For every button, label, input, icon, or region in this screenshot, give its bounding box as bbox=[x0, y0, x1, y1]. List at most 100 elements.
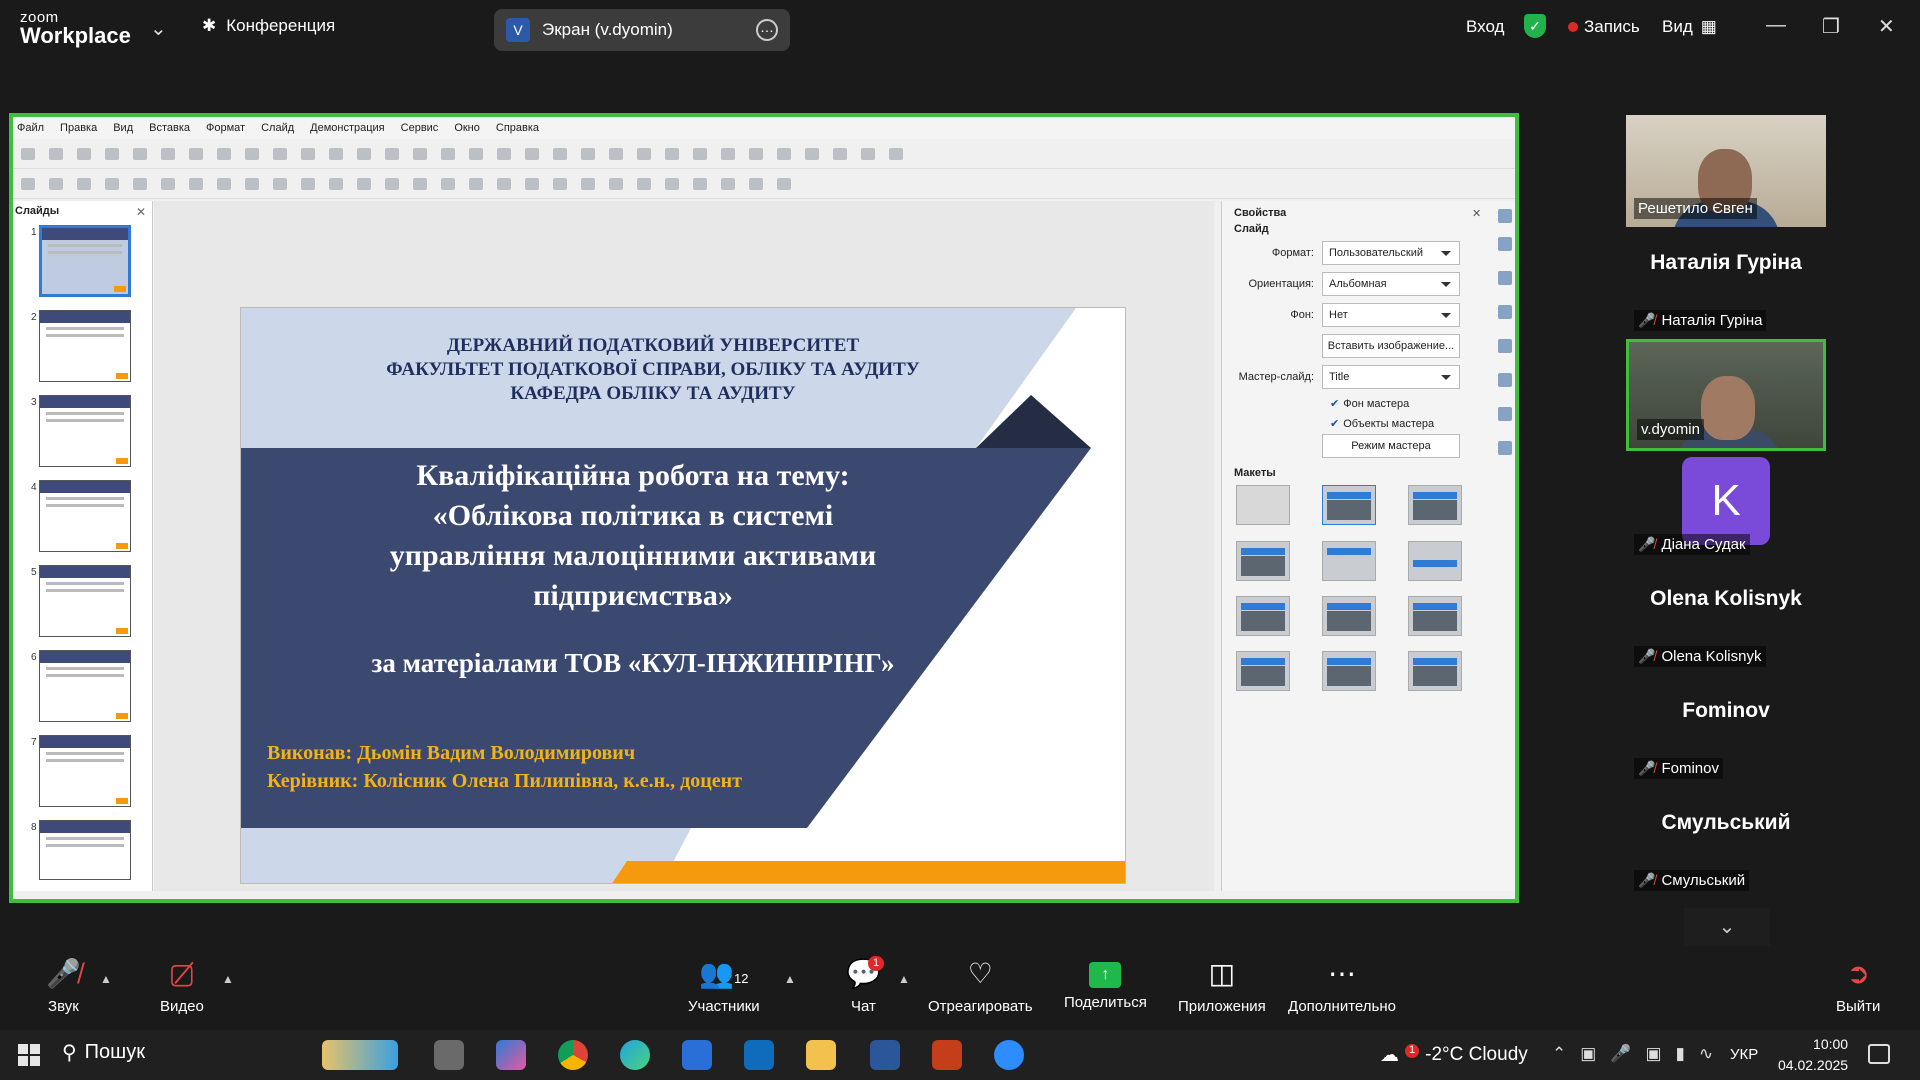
view-button[interactable]: Вид ▦ bbox=[1662, 17, 1717, 37]
copilot-icon[interactable] bbox=[496, 1040, 526, 1070]
toolbar-icon[interactable] bbox=[217, 177, 231, 190]
toolbar-icon[interactable] bbox=[133, 177, 147, 190]
toolbar-icon[interactable] bbox=[21, 147, 35, 160]
gallery-icon[interactable] bbox=[1498, 305, 1512, 319]
toolbar-icon[interactable] bbox=[301, 177, 315, 190]
master-objects-checkbox[interactable]: Объекты мастера bbox=[1330, 417, 1434, 430]
chat-options-chevron-icon[interactable]: ▲ bbox=[898, 972, 910, 986]
menu-insert[interactable]: Вставка bbox=[149, 122, 190, 134]
toolbar-icon[interactable] bbox=[273, 147, 287, 160]
leave-button[interactable]: ➲ Выйти bbox=[1836, 956, 1880, 1015]
toolbar-icon[interactable] bbox=[245, 147, 259, 160]
minimize-icon[interactable]: — bbox=[1766, 14, 1786, 37]
participants-options-chevron-icon[interactable]: ▲ bbox=[784, 972, 796, 986]
toolbar-icon[interactable] bbox=[77, 147, 91, 160]
toolbar-icon[interactable] bbox=[777, 177, 791, 190]
format-select[interactable]: Пользовательский bbox=[1322, 241, 1460, 265]
slide-edit-area[interactable]: ДЕРЖАВНИЙ ПОДАТКОВИЙ УНІВЕРСИТЕТ ФАКУЛЬТ… bbox=[154, 201, 1214, 891]
toolbar-icon[interactable] bbox=[581, 177, 595, 190]
slide-thumbnail[interactable] bbox=[39, 480, 131, 552]
participants-button[interactable]: 👥12 Участники bbox=[688, 956, 760, 1015]
slide-thumbnail[interactable] bbox=[39, 225, 131, 297]
layout-two-content[interactable] bbox=[1236, 541, 1290, 581]
close-icon[interactable]: ✕ bbox=[136, 205, 146, 219]
background-select[interactable]: Нет bbox=[1322, 303, 1460, 327]
toolbar-icon[interactable] bbox=[441, 177, 455, 190]
chat-button[interactable]: 💬 1 Чат bbox=[846, 956, 885, 1015]
slide-thumbnail[interactable] bbox=[39, 310, 131, 382]
insert-image-button[interactable]: Вставить изображение... bbox=[1322, 334, 1460, 358]
chevron-up-icon[interactable]: ⌃ bbox=[1552, 1044, 1566, 1064]
participant-tile[interactable]: Смульський 🎤̸ Смульський bbox=[1626, 787, 1826, 899]
toolbar-icon[interactable] bbox=[189, 177, 203, 190]
toolbar-icon[interactable] bbox=[161, 177, 175, 190]
more-options-icon[interactable]: … bbox=[756, 19, 778, 41]
toolbar-icon[interactable] bbox=[805, 147, 819, 160]
task-view-icon[interactable] bbox=[434, 1040, 464, 1070]
toolbar-icon[interactable] bbox=[637, 147, 651, 160]
powerpoint-icon[interactable] bbox=[932, 1040, 962, 1070]
screen-share-indicator[interactable]: V Экран (v.dyomin) … bbox=[494, 9, 790, 51]
layout-title-content[interactable] bbox=[1408, 485, 1462, 525]
toolbar-icon[interactable] bbox=[833, 147, 847, 160]
menu-file[interactable]: Файл bbox=[17, 122, 44, 134]
video-button[interactable]: ▢̸ Видео bbox=[160, 956, 204, 1015]
chevron-down-icon[interactable]: ⌄ bbox=[150, 16, 167, 41]
participant-tile[interactable]: Fominov 🎤̸ Fominov bbox=[1626, 675, 1826, 787]
toolbar-icon[interactable] bbox=[105, 147, 119, 160]
toolbar-icon[interactable] bbox=[693, 177, 707, 190]
weather-widget[interactable]: ☁ 1 -2°C Cloudy bbox=[1380, 1044, 1528, 1067]
toolbar-icon[interactable] bbox=[385, 177, 399, 190]
participant-tile-active-speaker[interactable]: v.dyomin bbox=[1626, 339, 1826, 451]
layout-variant[interactable] bbox=[1408, 651, 1462, 691]
orientation-select[interactable]: Альбомная bbox=[1322, 272, 1460, 296]
master-mode-button[interactable]: Режим мастера bbox=[1322, 434, 1460, 458]
toolbar-icon[interactable] bbox=[49, 147, 63, 160]
close-icon[interactable]: ✕ bbox=[1472, 207, 1481, 220]
toolbar-icon[interactable] bbox=[525, 147, 539, 160]
menu-window[interactable]: Окно bbox=[454, 122, 480, 134]
slide-thumbnail[interactable] bbox=[39, 735, 131, 807]
layout-variant[interactable] bbox=[1322, 596, 1376, 636]
slide-thumbnail[interactable] bbox=[39, 395, 131, 467]
language-indicator[interactable]: УКР bbox=[1730, 1046, 1758, 1063]
styles-icon[interactable] bbox=[1498, 271, 1512, 285]
menu-format[interactable]: Формат bbox=[206, 122, 245, 134]
menu-edit[interactable]: Правка bbox=[60, 122, 97, 134]
menu-view[interactable]: Вид bbox=[113, 122, 133, 134]
toolbar-icon[interactable] bbox=[469, 147, 483, 160]
toolbar-icon[interactable] bbox=[21, 177, 35, 190]
toolbar-icon[interactable] bbox=[889, 147, 903, 160]
toolbar-icon[interactable] bbox=[105, 177, 119, 190]
toolbar-icon[interactable] bbox=[553, 147, 567, 160]
toolbar-icon[interactable] bbox=[273, 177, 287, 190]
video-options-chevron-icon[interactable]: ▲ bbox=[222, 972, 234, 986]
toolbar-icon[interactable] bbox=[581, 147, 595, 160]
toolbar-icon[interactable] bbox=[749, 147, 763, 160]
edge-icon[interactable] bbox=[620, 1040, 650, 1070]
layout-title-slide[interactable] bbox=[1322, 485, 1376, 525]
toolbar-icon[interactable] bbox=[301, 147, 315, 160]
section-slide[interactable]: Слайд bbox=[1234, 223, 1269, 235]
menu-slideshow[interactable]: Демонстрация bbox=[310, 122, 385, 134]
toolbar-icon[interactable] bbox=[441, 147, 455, 160]
section-layouts[interactable]: Макеты bbox=[1234, 467, 1276, 479]
camera-icon[interactable]: ▣ bbox=[1645, 1044, 1661, 1064]
toolbar-icon[interactable] bbox=[217, 147, 231, 160]
toolbar-icon[interactable] bbox=[385, 147, 399, 160]
transition-icon[interactable] bbox=[1498, 441, 1512, 455]
toolbar-icon[interactable] bbox=[161, 147, 175, 160]
audio-options-chevron-icon[interactable]: ▲ bbox=[100, 972, 112, 986]
layout-title-only[interactable] bbox=[1322, 541, 1376, 581]
toolbar-icon[interactable] bbox=[189, 147, 203, 160]
toolbar-icon[interactable] bbox=[553, 177, 567, 190]
master-background-checkbox[interactable]: Фон мастера bbox=[1330, 397, 1409, 410]
shapes-icon[interactable] bbox=[1498, 373, 1512, 387]
toolbar-icon[interactable] bbox=[329, 177, 343, 190]
slide-thumbnail[interactable] bbox=[39, 820, 131, 880]
search-highlight-image[interactable] bbox=[322, 1040, 398, 1070]
toolbar-icon[interactable] bbox=[133, 147, 147, 160]
layout-variant[interactable] bbox=[1322, 651, 1376, 691]
properties-icon[interactable] bbox=[1498, 237, 1512, 251]
master-slide-select[interactable]: Title bbox=[1322, 365, 1460, 389]
